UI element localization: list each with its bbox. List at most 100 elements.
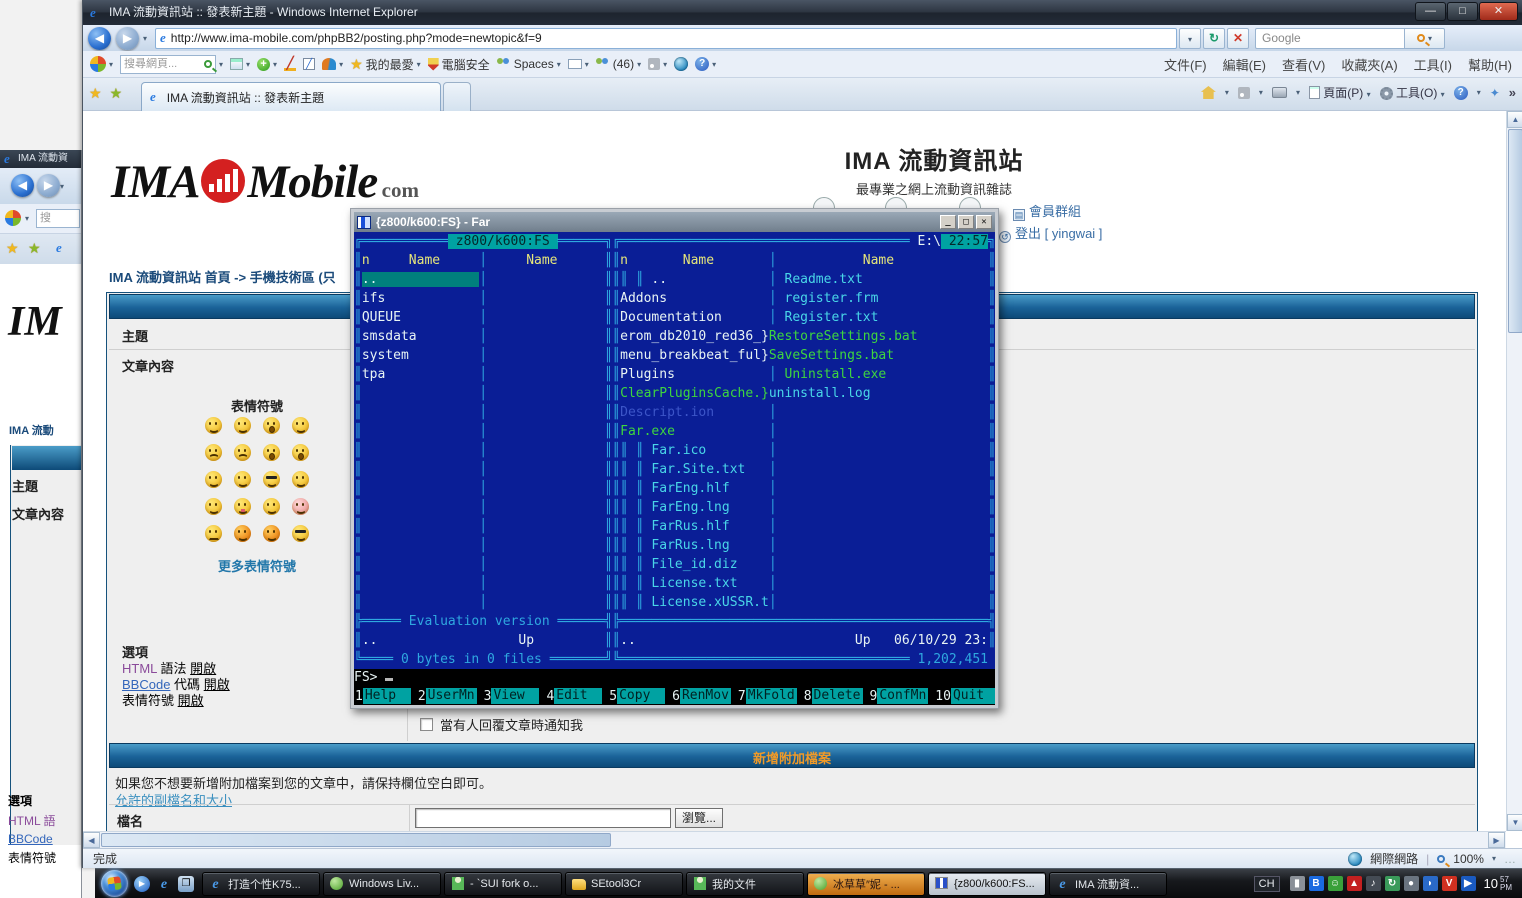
antivirus-icon[interactable]: V <box>1442 876 1457 891</box>
chevron-down-icon[interactable]: ▾ <box>25 214 29 223</box>
mouse-icon[interactable]: ◗ <box>1423 876 1438 891</box>
overflow-chevron-icon[interactable]: » <box>1509 85 1516 100</box>
zoom-level[interactable]: 100% <box>1453 852 1484 866</box>
site-logo[interactable]: IMAMobile com <box>111 155 419 209</box>
grid-icon[interactable] <box>230 58 243 70</box>
emoticon-bounce[interactable] <box>263 417 280 434</box>
chevron-down-icon[interactable]: ▾ <box>109 60 113 69</box>
contacts-menu[interactable]: (46)▾ <box>596 57 641 71</box>
emoticon-evil[interactable] <box>234 525 251 542</box>
bbcode-link[interactable]: BBCode <box>122 677 170 692</box>
breadcrumb[interactable]: IMA 流動資訊站 首頁 -> 手機技術區 (只 <box>109 267 336 286</box>
add-icon[interactable]: + <box>257 58 270 71</box>
ati-icon[interactable]: ▲ <box>1347 876 1362 891</box>
security-menu[interactable]: 電腦安全 <box>428 56 490 73</box>
print-icon[interactable] <box>1272 87 1287 98</box>
window-titlebar[interactable]: e IMA 流動資訊站 :: 發表新主題 - Windows Internet … <box>83 0 1522 25</box>
emoticon-shock[interactable] <box>263 444 280 461</box>
attach-extensions-link[interactable]: 允許的副檔名和大小 <box>115 790 232 809</box>
media-player-icon[interactable]: ▶ <box>1461 876 1476 891</box>
mail-menu[interactable]: ▾ <box>568 59 589 69</box>
far-console[interactable]: ╔═══════════ z800/k600:FS ══════╗╔══════… <box>354 232 995 705</box>
forward-button[interactable]: ▶ <box>116 27 139 50</box>
developer-icon[interactable]: ✦ <box>1490 86 1500 100</box>
notify-checkbox[interactable] <box>420 718 433 731</box>
forward-button[interactable]: ▶ <box>37 174 60 197</box>
horizontal-scroll-thumb[interactable] <box>101 833 611 847</box>
scroll-right-icon[interactable]: ▶ <box>1488 832 1505 848</box>
scroll-up-icon[interactable]: ▲ <box>1507 111 1522 128</box>
emoticon-cheer[interactable] <box>205 498 222 515</box>
feeds-menu[interactable]: ▾ <box>648 58 667 70</box>
rss-icon[interactable] <box>1238 87 1250 99</box>
fkey-usermn[interactable]: 2UserMn <box>418 687 477 706</box>
bluetooth-icon[interactable]: B <box>1309 876 1324 891</box>
history-dropdown-icon[interactable]: ▾ <box>143 34 147 43</box>
taskbar-button[interactable]: e打造个性K75... <box>202 872 320 896</box>
volume-icon[interactable]: ♪ <box>1366 876 1381 891</box>
fkey-delete[interactable]: 8Delete <box>804 687 863 706</box>
filename-input[interactable] <box>415 808 671 828</box>
emoticon-happy[interactable] <box>234 471 251 488</box>
emoticon-sad[interactable] <box>205 444 222 461</box>
close-button[interactable]: ✕ <box>1479 2 1518 21</box>
emoticon-blush[interactable] <box>292 498 309 515</box>
bbcode-toggle-link[interactable]: 開啟 <box>204 677 230 692</box>
far-titlebar[interactable]: {z800/k600:FS} - Far _ □ ✕ <box>354 212 995 232</box>
add-favorite-icon[interactable]: ★ <box>28 240 41 257</box>
globe-icon[interactable] <box>674 57 688 71</box>
emoticon-shades[interactable] <box>292 525 309 542</box>
address-dropdown-button[interactable]: ▾ <box>1179 28 1201 49</box>
help-icon[interactable]: ? <box>1454 86 1468 100</box>
favorites-star-icon[interactable]: ★ <box>6 240 19 257</box>
new-tab-button[interactable] <box>443 82 471 111</box>
emoticon-lol[interactable] <box>205 417 222 434</box>
home-icon[interactable] <box>1201 86 1216 99</box>
emoticon-cool[interactable] <box>263 471 280 488</box>
explorer-icon[interactable]: ❐ <box>178 876 194 892</box>
browse-button[interactable]: 瀏覽... <box>675 808 723 828</box>
msn-butterfly-icon[interactable] <box>322 58 336 70</box>
horizontal-scrollbar[interactable]: ◀ ▶ <box>83 831 1506 848</box>
taskbar-button[interactable]: {z800/k600:FS... <box>928 872 1046 896</box>
add-favorite-icon[interactable]: ★ <box>110 85 123 102</box>
taskbar-button[interactable]: SEtool3Cr <box>565 872 683 896</box>
emoticon-grin[interactable] <box>292 417 309 434</box>
fkey-help[interactable]: 1Help <box>355 687 411 706</box>
live-search-input[interactable]: 搜尋網頁... <box>120 55 216 74</box>
minimize-button[interactable]: — <box>1415 2 1446 21</box>
taskbar-clock[interactable]: 10 57PM <box>1484 876 1512 892</box>
messenger-icon[interactable]: ☺ <box>1328 876 1343 891</box>
search-button[interactable]: ▾ <box>1405 28 1445 49</box>
vertical-scroll-thumb[interactable] <box>1508 129 1522 333</box>
minimize-button[interactable]: _ <box>940 215 956 229</box>
smilies-toggle-link[interactable]: 開啟 <box>178 693 204 708</box>
emoticon-razz[interactable] <box>234 498 251 515</box>
menu-item[interactable]: 文件(F) <box>1164 55 1207 74</box>
taskbar-button[interactable]: 我的文件 <box>686 872 804 896</box>
close-button[interactable]: ✕ <box>976 215 992 229</box>
member-groups-link[interactable]: ▤會員群組 <box>1013 201 1081 221</box>
menu-item[interactable]: 收藏夾(A) <box>1341 55 1397 74</box>
taskbar-button[interactable]: Windows Liv... <box>323 872 441 896</box>
emoticon-smile[interactable] <box>234 417 251 434</box>
far-command-line[interactable]: FS> <box>354 669 995 687</box>
favorites-menu[interactable]: ★我的最愛▾ <box>350 56 421 73</box>
stop-button[interactable]: ✕ <box>1227 28 1249 49</box>
media-player-icon[interactable]: ▶ <box>134 876 150 892</box>
maximize-button[interactable]: □ <box>1447 2 1478 21</box>
far-window[interactable]: {z800/k600:FS} - Far _ □ ✕ ╔═══════════ … <box>350 208 999 709</box>
emoticon-twisted[interactable] <box>263 525 280 542</box>
emoticon-eek[interactable] <box>292 444 309 461</box>
logout-link[interactable]: ↺登出 [ yingwai ] <box>999 223 1102 243</box>
fkey-confmn[interactable]: 9ConfMn <box>870 687 929 706</box>
network-icon[interactable]: ● <box>1404 876 1419 891</box>
chevron-down-icon[interactable]: ▾ <box>60 182 64 191</box>
back-button[interactable]: ◀ <box>11 174 34 197</box>
emoticon-neutral[interactable] <box>205 525 222 542</box>
fkey-quit[interactable]: 10Quit <box>935 687 995 706</box>
emoticon-wink[interactable] <box>292 471 309 488</box>
address-bar[interactable]: e http://www.ima-mobile.com/phpBB2/posti… <box>155 28 1177 49</box>
scroll-down-icon[interactable]: ▼ <box>1507 814 1522 831</box>
emoticon-mad[interactable] <box>234 444 251 461</box>
